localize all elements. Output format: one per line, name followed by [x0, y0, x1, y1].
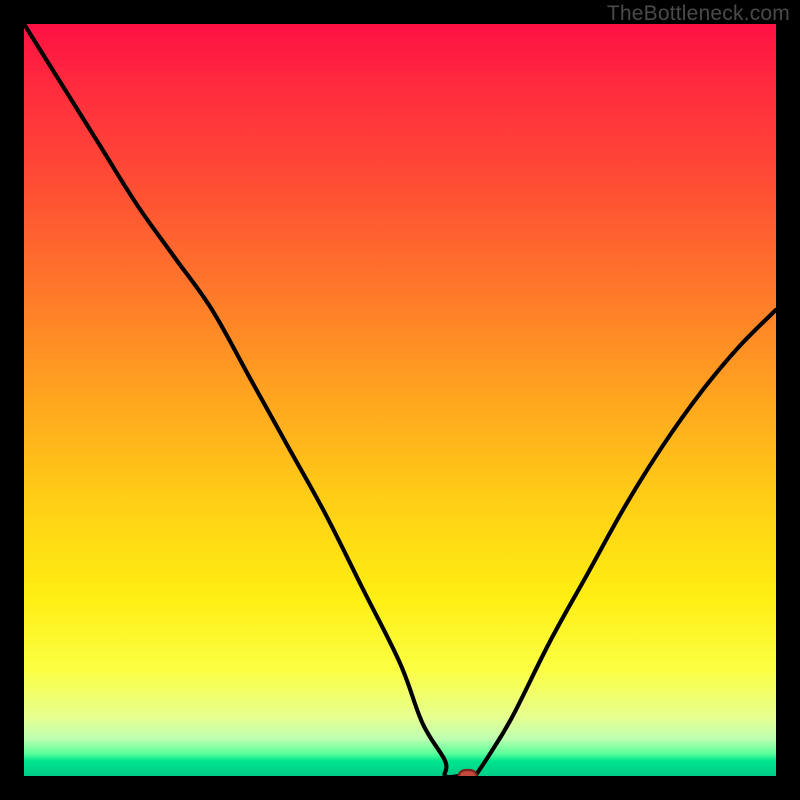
bottleneck-curve-svg	[24, 24, 776, 776]
optimal-marker	[459, 770, 477, 776]
bottleneck-curve	[24, 24, 776, 776]
watermark: TheBottleneck.com	[607, 2, 790, 26]
chart-frame: TheBottleneck.com	[0, 0, 800, 800]
plot-area	[24, 24, 776, 776]
